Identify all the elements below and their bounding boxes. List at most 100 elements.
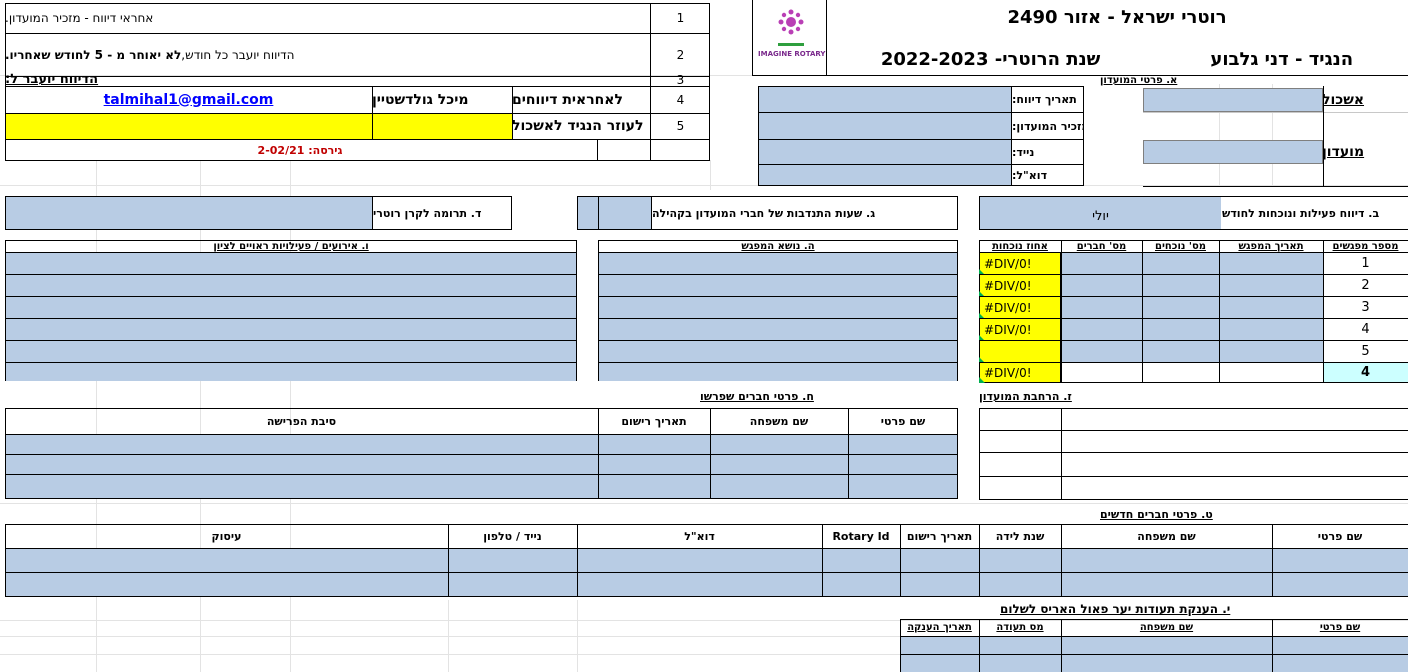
- retired-header-first: שם פרטי: [880, 414, 926, 428]
- section-d-title: ד. תרומה לקרן רוטרי: [373, 206, 482, 220]
- meeting-topic-input[interactable]: [599, 341, 957, 362]
- meeting-topic-input[interactable]: [599, 253, 957, 274]
- att-present-input[interactable]: [1143, 319, 1219, 340]
- volunteer-hours-input-2[interactable]: [599, 197, 651, 229]
- email-input[interactable]: [759, 165, 1011, 185]
- att-pct-value: #DIV/0!: [984, 322, 1032, 337]
- assistant-governor-input-2[interactable]: [373, 114, 512, 139]
- meeting-topic-input[interactable]: [599, 363, 957, 381]
- instr-text-2: הדיווח יועבר כל חודש, לא יאוחר מ - 5 לחו…: [5, 34, 650, 76]
- att-date-input[interactable]: [1220, 319, 1323, 340]
- meeting-topic-input[interactable]: [599, 319, 957, 340]
- retired-member-input[interactable]: [6, 435, 957, 454]
- assistant-governor-input[interactable]: [6, 114, 372, 139]
- logo-text: IMAGINE ROTARY: [758, 50, 826, 58]
- governor-name: הנגיד - דני גלבוע: [1210, 48, 1354, 70]
- instr-num-5: 5: [676, 119, 685, 133]
- att-date-input[interactable]: [1220, 341, 1323, 362]
- att-members-input[interactable]: [1062, 319, 1142, 340]
- att-header-num: מספר מפגשים: [1332, 240, 1399, 252]
- cluster-label: אשכול: [1322, 92, 1365, 108]
- club-expansion-table: [979, 408, 1408, 500]
- instr-num-1: 1: [676, 11, 685, 25]
- event-input[interactable]: [6, 297, 576, 318]
- instr-text-3: הדיווח יועבר ל:: [5, 72, 99, 86]
- att-num: 1: [1361, 255, 1370, 271]
- cert-header-last: שם משפחה: [1139, 621, 1194, 633]
- att-present-input[interactable]: [1143, 275, 1219, 296]
- event-input[interactable]: [6, 319, 576, 340]
- event-input[interactable]: [6, 275, 576, 296]
- instr-text-2a: הדיווח יועבר כל חודש,: [181, 48, 295, 62]
- event-row-line: [5, 296, 577, 297]
- att-date-input[interactable]: [1220, 275, 1323, 296]
- section-b-title: ב. דיווח פעילות ונוכחות לחודש: [1222, 206, 1380, 220]
- new-header-rotary-id: Rotary Id: [832, 529, 890, 543]
- instr-num-2: 2: [676, 48, 685, 62]
- event-row-line: [5, 362, 577, 363]
- instr-text-2b: לא יאוחר מ - 5 לחודש שאחריו.: [5, 48, 182, 62]
- att-col-line: [1142, 240, 1143, 383]
- event-input[interactable]: [6, 253, 576, 274]
- rotary-logo-icon: [778, 9, 804, 46]
- event-row-line: [5, 252, 577, 253]
- cert-header-date: תאריך הענקה: [907, 621, 972, 633]
- att-present-input[interactable]: [1143, 253, 1219, 274]
- retired-header-reason: סיבת הפרישה: [266, 414, 337, 428]
- event-row-line: [5, 318, 577, 319]
- rotary-foundation-input[interactable]: [6, 197, 372, 229]
- event-row-line: [5, 340, 577, 341]
- att-present-input[interactable]: [1143, 297, 1219, 318]
- report-manager-name: מיכל גולדשטיין: [372, 91, 469, 108]
- retired-row-line: [5, 498, 958, 499]
- att-present-input[interactable]: [1143, 341, 1219, 362]
- new-member-input[interactable]: [6, 549, 1408, 572]
- att-pct-cell: #DIV/0!: [979, 318, 1061, 341]
- volunteer-hours-input[interactable]: [578, 197, 598, 229]
- event-input[interactable]: [6, 341, 576, 362]
- new-header-first: שם פרטי: [1317, 529, 1363, 543]
- meeting-topic-input[interactable]: [599, 275, 957, 296]
- cert-header-number: מס תעודה: [996, 621, 1044, 633]
- att-members-input[interactable]: [1062, 297, 1142, 318]
- att-pct-cell: #DIV/0!: [979, 274, 1061, 297]
- new-col-line: [1061, 548, 1062, 596]
- att-pct-value: #DIV/0!: [984, 278, 1032, 293]
- att-header-pct: אחוז נוכחות: [992, 240, 1048, 252]
- club-input[interactable]: [1143, 140, 1323, 164]
- event-input[interactable]: [6, 363, 576, 381]
- secretary-input[interactable]: [759, 113, 1011, 139]
- new-member-input[interactable]: [6, 573, 1408, 596]
- mobile-input[interactable]: [759, 140, 1011, 164]
- att-num: 3: [1361, 299, 1370, 315]
- att-num: 4: [1361, 321, 1370, 337]
- att-members-input[interactable]: [1062, 275, 1142, 296]
- certificate-input[interactable]: [900, 637, 1408, 654]
- retired-header-last: שם משפחה: [749, 414, 809, 428]
- att-members-input[interactable]: [1062, 253, 1142, 274]
- version-text: גירסה: 2-02/21: [257, 143, 343, 157]
- certificate-input[interactable]: [900, 655, 1408, 672]
- new-col-line: [979, 548, 980, 596]
- att-date-input[interactable]: [1220, 297, 1323, 318]
- retired-member-input[interactable]: [6, 455, 957, 474]
- report-date-input[interactable]: [759, 87, 1011, 112]
- section-a-title: א. פרטי המועדון: [1100, 74, 1178, 86]
- cluster-input[interactable]: [1143, 88, 1323, 112]
- report-manager-email[interactable]: talmihal1@gmail.com: [5, 86, 372, 113]
- retired-col-line: [710, 434, 711, 498]
- meeting-topic-input[interactable]: [599, 297, 957, 318]
- topic-row-line: [598, 362, 958, 363]
- cert-row-line: [900, 636, 1408, 637]
- section-t-title: ט. פרטי חברים חדשים: [1100, 507, 1213, 521]
- att-members-input[interactable]: [1062, 341, 1142, 362]
- rotary-logo: IMAGINE ROTARY: [758, 6, 826, 68]
- att-col-line: [1219, 240, 1220, 383]
- report-manager-label: לאחראית דיווחים: [512, 91, 623, 108]
- att-date-input[interactable]: [1220, 253, 1323, 274]
- att-header-present: מס' נוכחים: [1155, 240, 1206, 252]
- retired-member-input[interactable]: [6, 475, 957, 498]
- new-header-phone: נייד / טלפון: [483, 529, 542, 543]
- assistant-governor-label: לעוזר הנגיד לאשכול: [512, 118, 644, 134]
- new-col-line: [1272, 548, 1273, 596]
